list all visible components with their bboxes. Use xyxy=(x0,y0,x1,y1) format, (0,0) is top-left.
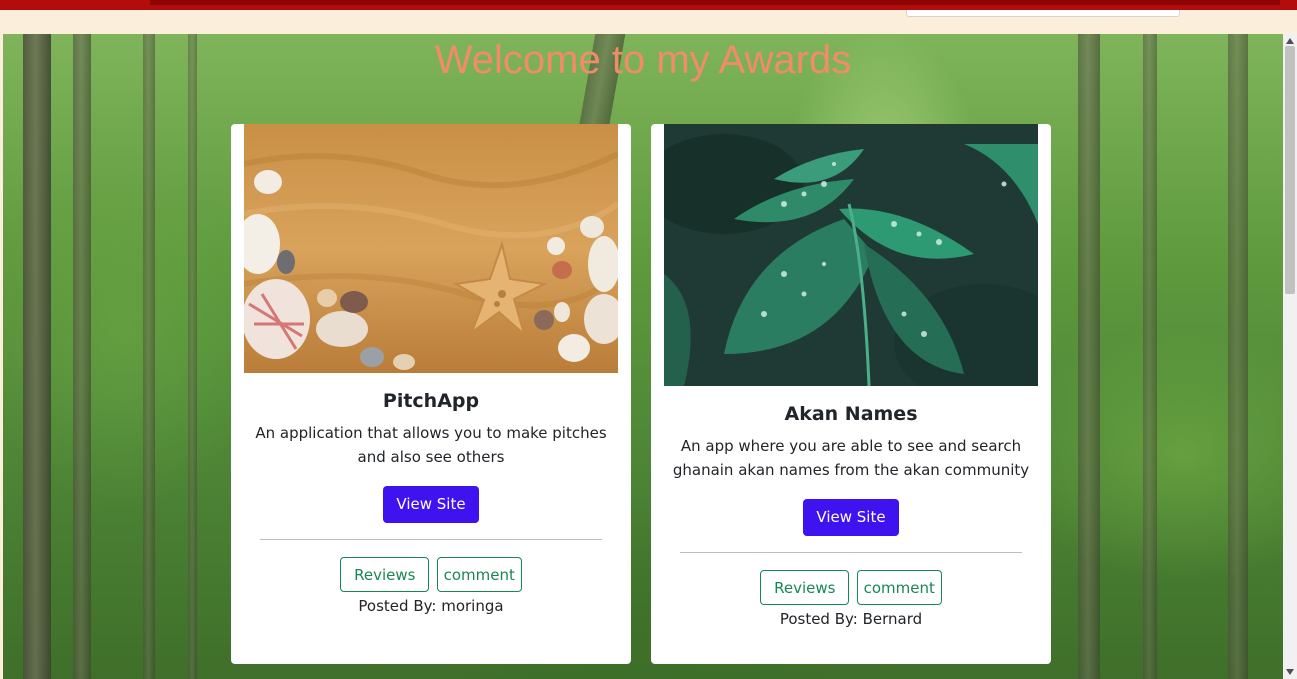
card-body: PitchApp An application that allows you … xyxy=(231,389,631,616)
view-site-button[interactable]: View Site xyxy=(803,499,899,536)
reviews-button[interactable]: Reviews xyxy=(340,557,430,592)
comment-button[interactable]: comment xyxy=(856,570,942,605)
divider xyxy=(680,552,1022,553)
top-bar-accent xyxy=(150,0,1280,5)
project-description: An application that allows you to make p… xyxy=(255,424,607,466)
project-title: Akan Names xyxy=(784,403,918,425)
navbar xyxy=(0,10,1297,34)
action-buttons: Reviews comment xyxy=(231,557,631,594)
posted-by: Posted By: Bernard xyxy=(779,610,923,628)
view-site-button[interactable]: View Site xyxy=(383,486,479,523)
search-input[interactable] xyxy=(906,10,1180,17)
card-body: Akan Names An app where you are able to … xyxy=(651,402,1051,629)
project-title: PitchApp xyxy=(382,390,480,412)
forest-background xyxy=(3,34,1283,679)
project-description: An app where you are able to see and sea… xyxy=(672,437,1030,479)
triangle-down-icon[interactable] xyxy=(1283,665,1297,679)
vertical-scrollbar[interactable] xyxy=(1283,34,1297,679)
project-card-pitchapp: PitchApp An application that allows you … xyxy=(231,124,631,664)
action-buttons: Reviews comment xyxy=(651,570,1051,607)
project-image-seashells xyxy=(244,124,618,373)
scrollbar-thumb[interactable] xyxy=(1285,46,1295,294)
top-bar xyxy=(0,0,1297,10)
page-title: Welcome to my Awards xyxy=(434,38,852,82)
project-image-leaves xyxy=(664,124,1038,386)
project-card-akan-names: Akan Names An app where you are able to … xyxy=(651,124,1051,664)
divider xyxy=(260,539,602,540)
reviews-button[interactable]: Reviews xyxy=(760,570,850,605)
posted-by: Posted By: moringa xyxy=(358,597,504,615)
comment-button[interactable]: comment xyxy=(436,557,522,592)
